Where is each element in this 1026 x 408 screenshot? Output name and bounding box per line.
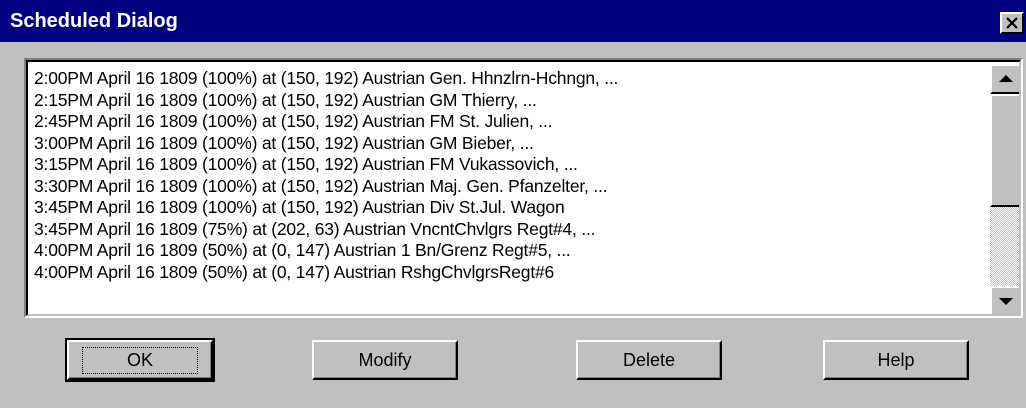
schedule-list: 2:00PM April 16 1809 (100%) at (150, 192… bbox=[34, 68, 974, 283]
vertical-scrollbar[interactable] bbox=[990, 64, 1019, 314]
list-item[interactable]: 3:00PM April 16 1809 (100%) at (150, 192… bbox=[34, 133, 974, 155]
close-icon bbox=[1006, 17, 1018, 29]
delete-button[interactable]: Delete bbox=[576, 340, 722, 380]
schedule-listbox[interactable]: 2:00PM April 16 1809 (100%) at (150, 192… bbox=[24, 58, 1023, 318]
list-item[interactable]: 3:45PM April 16 1809 (75%) at (202, 63) … bbox=[34, 219, 974, 241]
scroll-up-button[interactable] bbox=[990, 64, 1019, 94]
scroll-thumb[interactable] bbox=[990, 94, 1019, 207]
close-button[interactable] bbox=[1000, 12, 1024, 34]
title-bar[interactable]: Scheduled Dialog bbox=[0, 0, 1026, 42]
scheduled-dialog: Scheduled Dialog 2:00PM April 16 1809 (1… bbox=[0, 0, 1026, 408]
list-item[interactable]: 3:15PM April 16 1809 (100%) at (150, 192… bbox=[34, 154, 974, 176]
list-item[interactable]: 3:30PM April 16 1809 (100%) at (150, 192… bbox=[34, 176, 974, 198]
ok-button[interactable]: OK bbox=[65, 338, 215, 382]
list-item[interactable]: 3:45PM April 16 1809 (100%) at (150, 192… bbox=[34, 197, 974, 219]
ok-button-label: OK bbox=[81, 346, 198, 374]
arrow-up-icon bbox=[998, 75, 1013, 82]
modify-button[interactable]: Modify bbox=[312, 340, 458, 380]
scroll-down-button[interactable] bbox=[990, 286, 1019, 314]
window-title: Scheduled Dialog bbox=[10, 10, 178, 32]
help-button[interactable]: Help bbox=[823, 340, 969, 380]
list-item[interactable]: 2:45PM April 16 1809 (100%) at (150, 192… bbox=[34, 111, 974, 133]
list-item[interactable]: 2:15PM April 16 1809 (100%) at (150, 192… bbox=[34, 90, 974, 112]
list-item[interactable]: 4:00PM April 16 1809 (50%) at (0, 147) A… bbox=[34, 240, 974, 262]
arrow-down-icon bbox=[998, 298, 1013, 305]
list-item[interactable]: 2:00PM April 16 1809 (100%) at (150, 192… bbox=[34, 68, 974, 90]
list-item[interactable]: 4:00PM April 16 1809 (50%) at (0, 147) A… bbox=[34, 262, 974, 284]
listbox-frame: 2:00PM April 16 1809 (100%) at (150, 192… bbox=[26, 60, 1021, 316]
